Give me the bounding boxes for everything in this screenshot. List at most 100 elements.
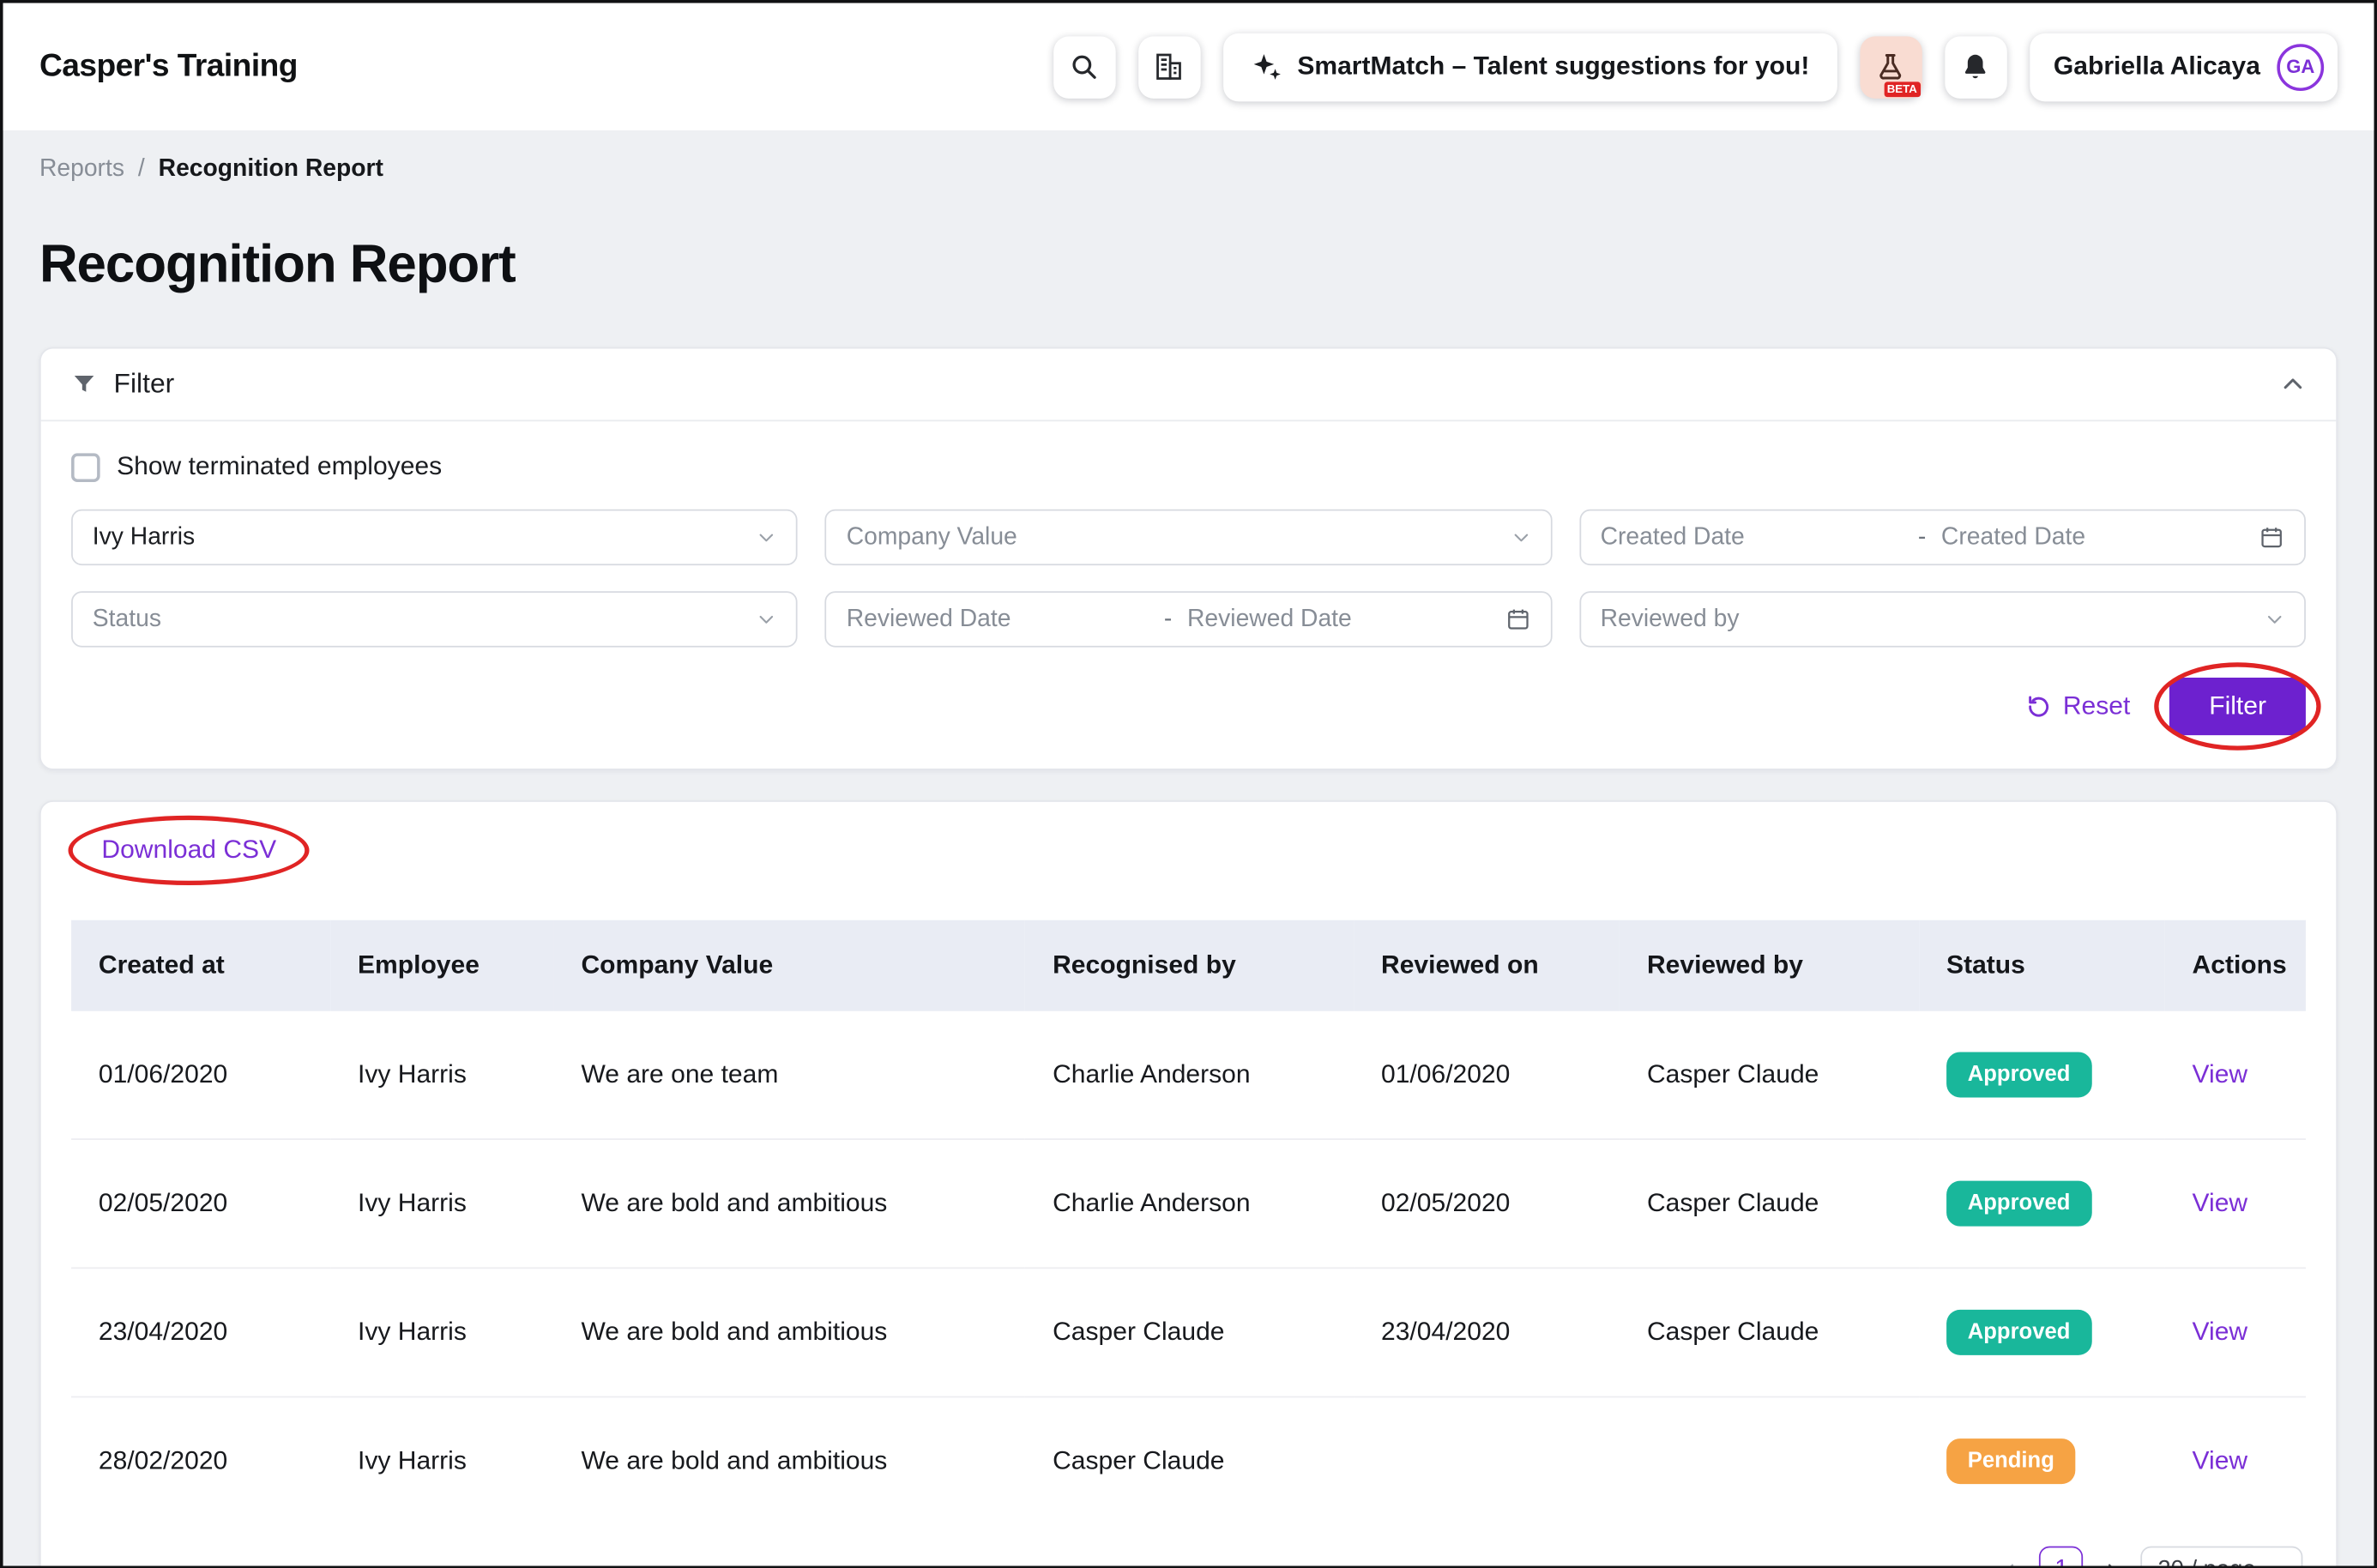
breadcrumb: Reports / Recognition Report bbox=[3, 130, 2374, 184]
chevron-down-icon bbox=[2265, 609, 2284, 629]
reset-button[interactable]: Reset bbox=[2025, 691, 2131, 721]
filter-panel-body: Show terminated employees Ivy Harris Com… bbox=[41, 421, 2337, 769]
search-icon bbox=[1069, 51, 1099, 81]
page-size-select[interactable]: 20 / page bbox=[2141, 1547, 2302, 1568]
filter-actions: Reset Filter bbox=[71, 648, 2306, 742]
breadcrumb-separator: / bbox=[138, 156, 145, 184]
table-header-row: Created atEmployeeCompany ValueRecognise… bbox=[71, 920, 2306, 1011]
show-terminated-toggle[interactable]: Show terminated employees bbox=[71, 452, 2306, 482]
reviewed-date-end-placeholder: Reviewed Date bbox=[1187, 606, 1505, 633]
page-size-value: 20 / page bbox=[2157, 1557, 2255, 1568]
cell-reviewed-by: Casper Claude bbox=[1620, 1011, 1919, 1139]
cell-employee: Ivy Harris bbox=[330, 1011, 553, 1139]
cell-reviewed-by: Casper Claude bbox=[1620, 1268, 1919, 1396]
reviewed-date-start-placeholder: Reviewed Date bbox=[847, 606, 1164, 633]
calendar-icon bbox=[1505, 606, 1530, 632]
user-name: Gabriella Alicaya bbox=[2054, 51, 2260, 81]
column-header: Company Value bbox=[554, 920, 1026, 1011]
checkbox-unchecked[interactable] bbox=[71, 453, 100, 482]
page-title: Recognition Report bbox=[3, 235, 2374, 296]
column-header: Reviewed on bbox=[1354, 920, 1620, 1011]
cell-created-at: 01/06/2020 bbox=[71, 1011, 330, 1139]
report-card: Download CSV Created atEmployeeCompany V… bbox=[39, 800, 2338, 1568]
cell-status: Pending bbox=[1919, 1396, 2165, 1524]
cell-employee: Ivy Harris bbox=[330, 1268, 553, 1396]
user-menu[interactable]: Gabriella Alicaya GA bbox=[2030, 33, 2338, 101]
cell-reviewed-by: Casper Claude bbox=[1620, 1139, 1919, 1268]
filter-panel: Filter Show terminated employees Ivy Har… bbox=[39, 347, 2338, 770]
organization-button[interactable] bbox=[1138, 36, 1200, 98]
created-date-range[interactable]: Created Date - Created Date bbox=[1579, 510, 2306, 565]
smartmatch-button[interactable]: SmartMatch – Talent suggestions for you! bbox=[1223, 33, 1837, 101]
created-date-end-placeholder: Created Date bbox=[1941, 524, 2259, 552]
chevron-down-icon bbox=[1511, 528, 1530, 547]
company-value-select[interactable]: Company Value bbox=[825, 510, 1552, 565]
cell-reviewed-on: 01/06/2020 bbox=[1354, 1011, 1620, 1139]
chevron-down-icon bbox=[757, 609, 776, 629]
top-bar-actions: SmartMatch – Talent suggestions for you!… bbox=[1053, 33, 2338, 101]
cell-recognised-by: Casper Claude bbox=[1025, 1396, 1354, 1524]
cell-status: Approved bbox=[1919, 1011, 2165, 1139]
next-page-button[interactable] bbox=[2103, 1561, 2121, 1568]
table-body: 01/06/2020 Ivy Harris We are one team Ch… bbox=[71, 1011, 2306, 1525]
cell-created-at: 02/05/2020 bbox=[71, 1139, 330, 1268]
filter-fields: Ivy Harris Company Value Created Date - … bbox=[71, 510, 2306, 648]
column-header: Recognised by bbox=[1025, 920, 1354, 1011]
avatar: GA bbox=[2277, 43, 2324, 90]
cell-employee: Ivy Harris bbox=[330, 1139, 553, 1268]
status-select[interactable]: Status bbox=[71, 591, 798, 647]
chevron-up-icon[interactable] bbox=[2280, 371, 2306, 397]
cell-actions: View bbox=[2165, 1139, 2306, 1268]
labs-beta-button[interactable]: BETA bbox=[1860, 36, 1922, 98]
view-link[interactable]: View bbox=[2193, 1318, 2248, 1347]
funnel-icon bbox=[71, 371, 97, 397]
cell-recognised-by: Casper Claude bbox=[1025, 1268, 1354, 1396]
reviewed-date-range[interactable]: Reviewed Date - Reviewed Date bbox=[825, 591, 1552, 647]
cell-reviewed-on bbox=[1354, 1396, 1620, 1524]
breadcrumb-reports-link[interactable]: Reports bbox=[39, 156, 124, 184]
app-window: Casper's Training SmartMatch – Talent su… bbox=[0, 0, 2377, 1568]
recognition-table: Created atEmployeeCompany ValueRecognise… bbox=[71, 920, 2306, 1525]
cell-reviewed-by bbox=[1620, 1396, 1919, 1524]
sparkle-icon bbox=[1251, 51, 1282, 82]
view-link[interactable]: View bbox=[2193, 1189, 2248, 1218]
reviewed-by-select[interactable]: Reviewed by bbox=[1579, 591, 2306, 647]
cell-status: Approved bbox=[1919, 1139, 2165, 1268]
filter-panel-header[interactable]: Filter bbox=[41, 348, 2337, 421]
view-link[interactable]: View bbox=[2193, 1446, 2248, 1475]
date-range-separator: - bbox=[1164, 606, 1172, 633]
company-value-placeholder: Company Value bbox=[847, 524, 1017, 552]
employee-select-value: Ivy Harris bbox=[93, 524, 195, 552]
cell-recognised-by: Charlie Anderson bbox=[1025, 1139, 1354, 1268]
view-link[interactable]: View bbox=[2193, 1059, 2248, 1089]
status-badge: Approved bbox=[1946, 1181, 2091, 1227]
breadcrumb-current: Recognition Report bbox=[159, 156, 383, 184]
status-badge: Pending bbox=[1946, 1438, 2076, 1484]
notifications-button[interactable] bbox=[1945, 36, 2006, 98]
filter-button[interactable]: Filter bbox=[2169, 678, 2306, 735]
chevron-down-icon bbox=[2270, 1562, 2286, 1568]
employee-select[interactable]: Ivy Harris bbox=[71, 510, 798, 565]
reset-icon bbox=[2025, 694, 2051, 720]
prev-page-button[interactable] bbox=[2001, 1561, 2019, 1568]
status-badge: Approved bbox=[1946, 1310, 2091, 1355]
date-range-separator: - bbox=[1918, 524, 1926, 552]
cell-created-at: 23/04/2020 bbox=[71, 1268, 330, 1396]
cell-recognised-by: Charlie Anderson bbox=[1025, 1011, 1354, 1139]
cell-company-value: We are one team bbox=[554, 1011, 1026, 1139]
download-csv-link[interactable]: Download CSV bbox=[101, 835, 276, 865]
pagination: 1 20 / page bbox=[75, 1547, 2303, 1568]
cell-actions: View bbox=[2165, 1396, 2306, 1524]
column-header: Employee bbox=[330, 920, 553, 1011]
table-row: 28/02/2020 Ivy Harris We are bold and am… bbox=[71, 1396, 2306, 1524]
show-terminated-label: Show terminated employees bbox=[117, 452, 442, 482]
smartmatch-label: SmartMatch – Talent suggestions for you! bbox=[1297, 51, 1809, 81]
cell-company-value: We are bold and ambitious bbox=[554, 1268, 1026, 1396]
filter-panel-title: Filter bbox=[114, 368, 175, 400]
cell-created-at: 28/02/2020 bbox=[71, 1396, 330, 1524]
search-button[interactable] bbox=[1053, 36, 1115, 98]
beta-badge: BETA bbox=[1884, 81, 1920, 96]
current-page[interactable]: 1 bbox=[2040, 1547, 2084, 1568]
status-badge: Approved bbox=[1946, 1052, 2091, 1097]
column-header: Status bbox=[1919, 920, 2165, 1011]
